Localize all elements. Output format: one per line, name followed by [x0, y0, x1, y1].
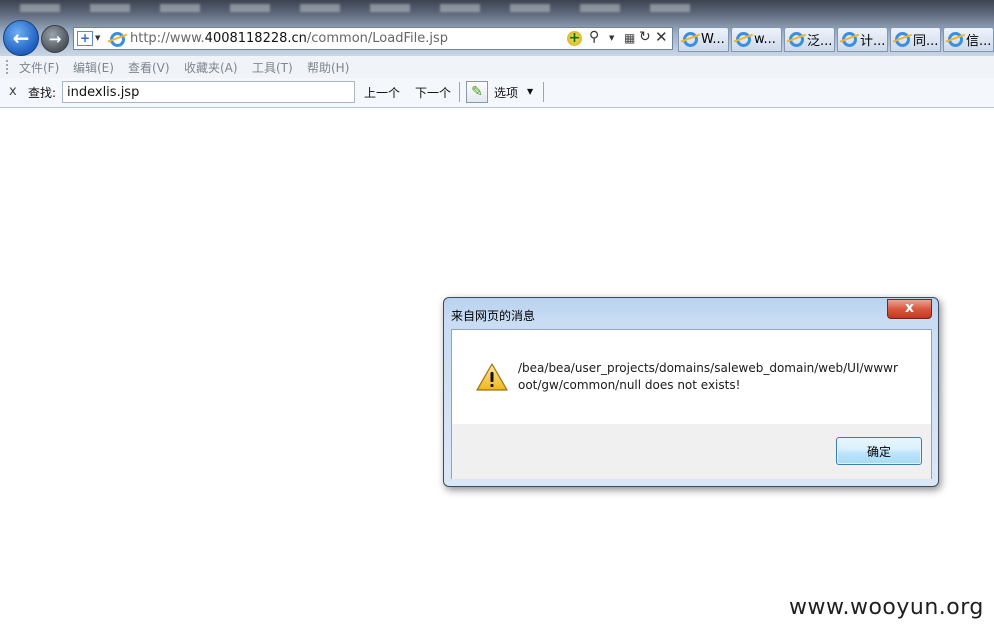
refresh-icon[interactable]: ↻ [639, 29, 651, 45]
tab-label: w... [754, 32, 776, 47]
url-domain: 4008118228.cn [204, 31, 307, 46]
back-button[interactable]: ← [3, 20, 39, 56]
find-previous-button[interactable]: 上一个 [364, 84, 400, 101]
address-url[interactable]: http://www.4008118228.cn/common/LoadFile… [130, 31, 448, 46]
menu-view[interactable]: 查看(V) [128, 59, 170, 76]
ie-tab-icon [842, 32, 857, 47]
tab-label: 信... [966, 34, 992, 49]
separator [459, 82, 460, 102]
chevron-down-icon[interactable]: ▼ [527, 87, 533, 96]
menu-help[interactable]: 帮助(H) [307, 59, 349, 76]
browser-tab[interactable]: 计... [837, 27, 888, 52]
tab-label: W... [701, 32, 725, 47]
browser-title-bar: ← → + ▼ http://www.4008118228.cn/common/… [0, 0, 994, 56]
menu-edit[interactable]: 编辑(E) [73, 59, 114, 76]
ie-tab-icon [789, 32, 804, 47]
find-next-button[interactable]: 下一个 [415, 84, 451, 101]
address-bar[interactable]: + ▼ http://www.4008118228.cn/common/Load… [73, 27, 673, 50]
ie-page-icon [110, 32, 125, 47]
dialog-body: /bea/bea/user_projects/domains/saleweb_d… [451, 329, 932, 479]
dialog-footer: 确定 [452, 424, 931, 479]
compat-view-icon[interactable]: + [77, 31, 93, 46]
browser-tab[interactable]: 同... [890, 27, 941, 52]
compatibility-icon[interactable]: ▦ [624, 31, 635, 45]
stop-icon[interactable]: ✕ [655, 28, 668, 46]
alert-dialog: 来自网页的消息 x /bea/bea/user_projects/domains… [443, 297, 939, 487]
browser-tab[interactable]: W... [678, 27, 729, 52]
menu-tools[interactable]: 工具(T) [252, 59, 293, 76]
browser-tab[interactable]: 泛... [784, 27, 835, 52]
watermark: www.wooyun.org [789, 595, 984, 620]
chevron-down-icon[interactable]: ▼ [95, 34, 100, 42]
ok-button[interactable]: 确定 [836, 437, 922, 465]
tab-label: 同... [913, 34, 939, 49]
add-to-favorites-icon[interactable]: + [567, 31, 582, 46]
separator [543, 82, 544, 102]
browser-tab[interactable]: 信... [943, 27, 994, 52]
menu-file[interactable]: 文件(F) [19, 59, 59, 76]
ie-tab-icon [948, 32, 963, 47]
close-find-bar-icon[interactable]: x [9, 84, 17, 99]
toolbar-grip[interactable] [6, 60, 8, 74]
menu-bar: 文件(F) 编辑(E) 查看(V) 收藏夹(A) 工具(T) 帮助(H) [0, 56, 994, 79]
dialog-title: 来自网页的消息 [451, 309, 536, 323]
find-input[interactable] [62, 81, 355, 103]
tab-label: 泛... [807, 34, 833, 49]
blurred-title-text [20, 4, 720, 12]
warning-icon [476, 363, 508, 391]
search-dropdown-icon[interactable]: ▼ [609, 34, 614, 42]
dialog-message: /bea/bea/user_projects/domains/saleweb_d… [518, 361, 898, 392]
ie-tab-icon [736, 32, 751, 47]
find-bar: x 查找: 上一个 下一个 ✎ 选项 ▼ [0, 78, 994, 108]
find-options-button[interactable]: 选项 [494, 84, 518, 101]
menu-favorites[interactable]: 收藏夹(A) [184, 59, 238, 76]
ie-tab-icon [683, 32, 698, 47]
search-icon[interactable]: ⚲ [589, 29, 599, 45]
find-label: 查找: [28, 86, 57, 100]
dialog-close-button[interactable]: x [887, 299, 932, 319]
highlight-pen-icon[interactable]: ✎ [466, 81, 488, 103]
tab-label: 计... [860, 34, 886, 49]
browser-tab[interactable]: w... [731, 27, 782, 52]
ie-tab-icon [895, 32, 910, 47]
forward-button[interactable]: → [41, 25, 69, 53]
